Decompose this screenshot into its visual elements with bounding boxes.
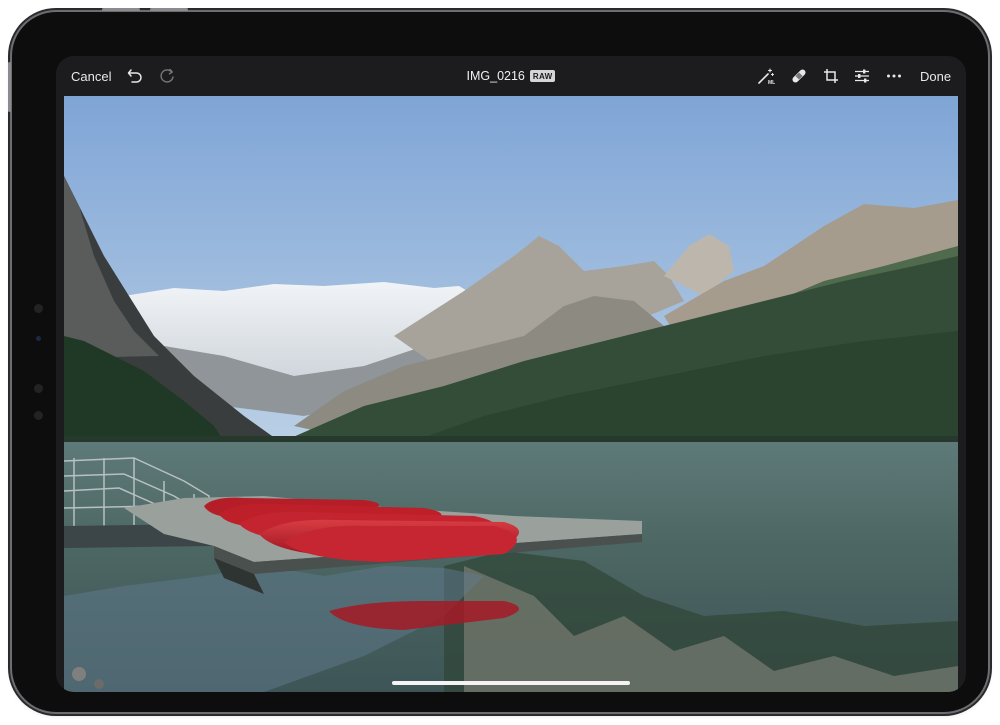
redo-icon <box>158 67 176 85</box>
magic-wand-ml-icon: ML <box>757 67 775 85</box>
screen: Cancel IMG_0216 RAW ML Done <box>56 56 966 692</box>
more-button[interactable] <box>885 56 903 96</box>
adjust-button[interactable] <box>853 56 871 96</box>
home-indicator[interactable] <box>392 681 630 685</box>
bandage-icon <box>790 67 808 85</box>
volume-button <box>150 8 188 11</box>
file-name: IMG_0216 <box>466 69 525 83</box>
editor-toolbar: Cancel IMG_0216 RAW ML Done <box>56 56 966 96</box>
top-button <box>8 62 11 112</box>
done-button[interactable]: Done <box>920 56 951 96</box>
photo-canvas[interactable] <box>64 96 958 692</box>
camera-dot <box>34 411 43 420</box>
photo-image <box>64 96 958 692</box>
more-icon <box>885 67 903 85</box>
cancel-button[interactable]: Cancel <box>71 56 111 96</box>
undo-icon <box>126 67 144 85</box>
camera-dot <box>34 304 43 313</box>
volume-button <box>102 8 140 11</box>
sliders-icon <box>853 67 871 85</box>
crop-icon <box>822 67 840 85</box>
ipad-frame: Cancel IMG_0216 RAW ML Done <box>8 8 988 712</box>
heal-button[interactable] <box>790 56 808 96</box>
undo-button[interactable] <box>126 56 144 96</box>
crop-button[interactable] <box>822 56 840 96</box>
camera-dot <box>34 384 43 393</box>
svg-text:ML: ML <box>768 80 775 85</box>
camera-dot <box>36 336 41 341</box>
redo-button[interactable] <box>158 56 176 96</box>
raw-badge: RAW <box>529 70 556 82</box>
ml-enhance-button[interactable]: ML <box>757 56 775 96</box>
